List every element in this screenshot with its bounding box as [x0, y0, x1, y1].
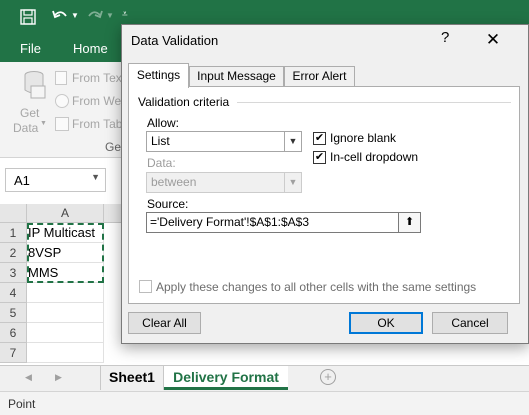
cell-a4[interactable] [27, 283, 104, 303]
apply-to-all-checkbox[interactable] [139, 280, 152, 293]
save-icon[interactable] [20, 9, 36, 25]
settings-panel: Validation criteria Allow: List ▼ ✔ Igno… [128, 86, 520, 304]
data-select-value: between [151, 175, 197, 189]
redo-dropdown-icon: ▼ [106, 11, 114, 20]
ok-button[interactable]: OK [349, 312, 423, 334]
ignore-blank-label[interactable]: Ignore blank [330, 131, 396, 145]
name-box-dropdown-icon[interactable]: ▼ [91, 172, 100, 182]
in-cell-dropdown-checkbox[interactable]: ✔ [313, 151, 326, 164]
row-header[interactable]: 5 [0, 303, 27, 323]
ignore-blank-checkbox[interactable]: ✔ [313, 132, 326, 145]
sheet-tab-bar: ◀ ▶ Sheet1 Delivery Format + [0, 365, 529, 391]
get-data-icon[interactable] [22, 70, 46, 100]
sheet-tab-sheet1[interactable]: Sheet1 [100, 366, 164, 390]
apply-to-all-label[interactable]: Apply these changes to all other cells w… [156, 280, 476, 294]
from-text-button[interactable]: From Text [72, 71, 125, 85]
section-title: Validation criteria [138, 95, 230, 109]
cell-a7[interactable] [27, 343, 104, 363]
from-table-icon [55, 117, 69, 131]
allow-label: Allow: [147, 116, 180, 130]
status-bar: Point [0, 391, 529, 415]
source-label: Source: [147, 197, 189, 211]
scroll-sheets-left-icon[interactable]: ◀ [25, 372, 32, 383]
tab-file[interactable]: File [20, 41, 41, 56]
row-header[interactable]: 1 [0, 223, 27, 243]
scroll-sheets-right-icon[interactable]: ▶ [55, 372, 62, 383]
name-box-value: A1 [14, 173, 30, 188]
source-input-value: ='Delivery Format'!$A$1:$A$3 [150, 215, 309, 229]
cell-a6[interactable] [27, 323, 104, 343]
column-header-a[interactable]: A [27, 204, 104, 223]
clear-all-button[interactable]: Clear All [128, 312, 201, 334]
cancel-button[interactable]: Cancel [432, 312, 508, 334]
help-icon[interactable]: ? [441, 29, 449, 46]
get-data-dropdown-icon[interactable]: ▼ [40, 120, 47, 127]
data-select: between ▼ [146, 172, 302, 193]
undo-dropdown-icon[interactable]: ▼ [71, 11, 79, 20]
status-mode: Point [8, 397, 36, 411]
section-divider [237, 102, 511, 103]
customize-toolbar-icon[interactable]: ⩡ [122, 9, 128, 20]
chevron-down-icon[interactable]: ▼ [284, 132, 301, 151]
tab-settings[interactable]: Settings [128, 63, 189, 88]
from-web-icon [55, 94, 69, 108]
copy-marquee [27, 223, 104, 283]
from-table-button[interactable]: From Tab [72, 117, 122, 131]
row-header[interactable]: 7 [0, 343, 27, 363]
undo-icon[interactable] [51, 8, 69, 24]
dialog-title: Data Validation [131, 33, 219, 48]
close-icon[interactable]: ✕ [478, 27, 508, 53]
name-box[interactable]: A1 ▼ [5, 168, 106, 192]
select-all-corner[interactable] [0, 204, 27, 223]
allow-select[interactable]: List ▼ [146, 131, 302, 152]
sheet-tab-delivery-format[interactable]: Delivery Format [164, 366, 288, 390]
chevron-down-icon: ▼ [284, 173, 301, 192]
get-data-label-2[interactable]: Data [13, 121, 38, 135]
tab-home[interactable]: Home [73, 41, 108, 56]
tab-input-message[interactable]: Input Message [189, 66, 284, 87]
row-header[interactable]: 6 [0, 323, 27, 343]
collapse-dialog-icon[interactable]: ⬆ [398, 213, 420, 232]
row-header[interactable]: 3 [0, 263, 27, 283]
row-header[interactable]: 4 [0, 283, 27, 303]
tab-error-alert[interactable]: Error Alert [284, 66, 355, 87]
from-web-button[interactable]: From We [72, 94, 121, 108]
row-header[interactable]: 2 [0, 243, 27, 263]
allow-select-value: List [151, 134, 170, 148]
get-data-label-1[interactable]: Get [20, 106, 39, 120]
source-input[interactable]: ='Delivery Format'!$A$1:$A$3 ⬆ [146, 212, 421, 233]
add-sheet-icon[interactable]: + [320, 369, 336, 385]
in-cell-dropdown-label[interactable]: In-cell dropdown [330, 150, 418, 164]
redo-icon [88, 10, 103, 19]
data-label: Data: [147, 156, 176, 170]
data-validation-dialog: Data Validation ? ✕ Settings Input Messa… [121, 24, 529, 344]
cell-a5[interactable] [27, 303, 104, 323]
from-text-icon [55, 71, 67, 85]
